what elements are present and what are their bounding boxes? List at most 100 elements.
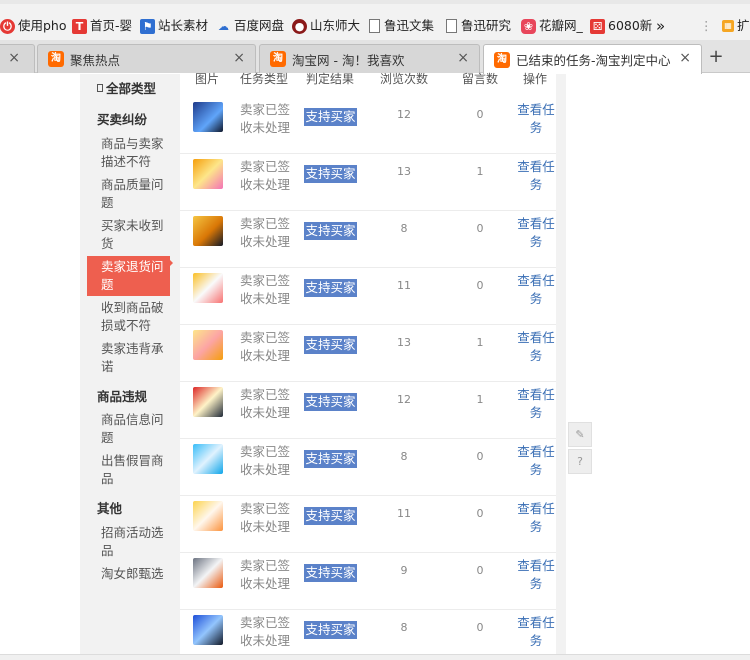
sidebar-item[interactable]: 出售假冒商品 (87, 452, 170, 488)
view-task-link[interactable]: 查看任务 (516, 329, 556, 365)
group-title-violations: 商品违规 (97, 389, 148, 404)
page-viewport: 全部类型 买卖纠纷 商品与卖家描述不符 商品质量问题 买家未收到货 卖家退货问题… (0, 72, 750, 660)
view-task-link[interactable]: 查看任务 (516, 101, 556, 137)
close-icon[interactable]: × (8, 50, 20, 66)
result-badge: 支持买家 (304, 222, 357, 240)
message-count: 1 (476, 165, 484, 178)
sidebar-item[interactable]: 买家未收到货 (87, 217, 170, 253)
view-task-link[interactable]: 查看任务 (516, 386, 556, 422)
tab-finished-tasks[interactable]: 淘 已结束的任务-淘宝判定中心 × (483, 44, 702, 74)
sidebar-item[interactable]: 淘女郎甄选 (87, 565, 170, 583)
t-logo-icon: T (72, 18, 87, 34)
bookmark-1[interactable]: T 首页-婴 (72, 16, 132, 36)
task-type: 卖家已签收未处理 (240, 330, 291, 363)
sidebar-item[interactable]: 招商活动选品 (87, 524, 170, 560)
header-task-type: 任务类型 (240, 72, 289, 86)
product-thumbnail[interactable] (193, 444, 223, 474)
product-thumbnail[interactable] (193, 159, 223, 189)
table-header: 图片 任务类型 判定结果 浏览次数 留言数 操作 (180, 72, 556, 88)
taobao-icon: 淘 (48, 51, 64, 67)
bookmark-3[interactable]: ☁ 百度网盘 (216, 16, 284, 36)
tab-juji-redian[interactable]: 淘 聚焦热点 × (37, 44, 256, 73)
table-row: 卖家已签收未处理 支持买家 8 0 查看任务 (180, 211, 556, 268)
view-task-link[interactable]: 查看任务 (516, 614, 556, 650)
edit-pencil-icon[interactable]: ✎ (568, 422, 592, 447)
result-badge: 支持买家 (304, 564, 357, 582)
view-task-link[interactable]: 查看任务 (516, 500, 556, 536)
product-thumbnail[interactable] (193, 387, 223, 417)
product-thumbnail[interactable] (193, 615, 223, 645)
table-row: 卖家已签收未处理 支持买家 13 1 查看任务 (180, 325, 556, 382)
bookmark-4[interactable]: ● 山东师大 (292, 16, 360, 36)
product-thumbnail[interactable] (193, 216, 223, 246)
category-sidebar: 全部类型 买卖纠纷 商品与卖家描述不符 商品质量问题 买家未收到货 卖家退货问题… (87, 74, 170, 600)
product-thumbnail[interactable] (193, 330, 223, 360)
view-count: 11 (397, 279, 411, 292)
new-tab-button[interactable]: + (705, 47, 727, 69)
header-action: 操作 (523, 72, 548, 86)
cloud-icon: ☁ (218, 19, 229, 33)
result-badge: 支持买家 (304, 450, 357, 468)
sidebar-item[interactable]: 收到商品破损或不符 (87, 299, 170, 335)
view-count: 12 (397, 108, 411, 121)
view-task-link[interactable]: 查看任务 (516, 215, 556, 251)
bookmarks-bar: ⏻ 使用pho T 首页-婴 ⚑ 站长素材 ☁ 百度网盘 ● 山东师大 鲁迅文集 鲁迅研究… (0, 0, 750, 40)
task-type: 卖家已签收未处理 (240, 216, 291, 249)
taobao-icon: 淘 (270, 51, 286, 67)
view-task-link[interactable]: 查看任务 (516, 158, 556, 194)
result-badge: 支持买家 (304, 279, 357, 297)
close-icon[interactable]: × (679, 50, 691, 66)
sidebar-item[interactable]: 商品与卖家描述不符 (87, 135, 170, 171)
product-thumbnail[interactable] (193, 102, 223, 132)
document-icon (369, 19, 380, 33)
view-task-link[interactable]: 查看任务 (516, 443, 556, 479)
view-count: 13 (397, 165, 411, 178)
help-question-icon[interactable]: ? (568, 449, 592, 474)
view-count: 12 (397, 393, 411, 406)
task-type: 卖家已签收未处理 (240, 615, 291, 648)
message-count: 0 (476, 279, 484, 292)
apps-grid-icon[interactable]: ▦ 扩 (722, 16, 750, 36)
view-count: 8 (400, 222, 408, 235)
message-count: 1 (476, 336, 484, 349)
view-count: 8 (400, 621, 408, 634)
all-categories-title[interactable]: 全部类型 (97, 78, 156, 97)
tab-previous-truncated[interactable]: × (0, 44, 35, 73)
sidebar-item[interactable]: 卖家违背承诺 (87, 340, 170, 376)
result-badge: 支持买家 (304, 507, 357, 525)
sidebar-item[interactable]: 商品质量问题 (87, 176, 170, 212)
table-row: 卖家已签收未处理 支持买家 8 0 查看任务 (180, 439, 556, 496)
bookmark-6[interactable]: 鲁迅研究 (446, 16, 511, 36)
menu-dots-icon[interactable]: ⋮ (700, 16, 713, 36)
more-bookmarks-button[interactable]: » (656, 16, 665, 36)
close-icon[interactable]: × (233, 50, 245, 66)
sidebar-item-active[interactable]: 卖家退货问题 (87, 256, 170, 296)
horizontal-scrollbar[interactable] (0, 654, 750, 660)
view-task-link[interactable]: 查看任务 (516, 557, 556, 593)
sidebar-item[interactable]: 商品信息问题 (87, 411, 170, 447)
result-badge: 支持买家 (304, 393, 357, 411)
product-thumbnail[interactable] (193, 501, 223, 531)
more-bookmarks-icon: » (656, 17, 666, 35)
close-icon[interactable]: × (457, 50, 469, 66)
bookmark-8[interactable]: ⚄ 6080新 (590, 16, 652, 36)
bookmark-7[interactable]: ❀ 花瓣网_ (521, 16, 583, 36)
message-count: 0 (476, 222, 484, 235)
table-row: 卖家已签收未处理 支持买家 8 0 查看任务 (180, 610, 556, 660)
table-row: 卖家已签收未处理 支持买家 12 1 查看任务 (180, 382, 556, 439)
view-task-link[interactable]: 查看任务 (516, 272, 556, 308)
active-item-pointer-icon (170, 260, 173, 266)
bookmark-5[interactable]: 鲁迅文集 (369, 16, 434, 36)
message-count: 0 (476, 108, 484, 121)
view-count: 13 (397, 336, 411, 349)
table-row: 卖家已签收未处理 支持买家 9 0 查看任务 (180, 553, 556, 610)
bookmark-2[interactable]: ⚑ 站长素材 (140, 16, 208, 36)
task-type: 卖家已签收未处理 (240, 444, 291, 477)
product-thumbnail[interactable] (193, 273, 223, 303)
task-type: 卖家已签收未处理 (240, 387, 291, 420)
tab-taobao-home[interactable]: 淘 淘宝网 - 淘！我喜欢 × (259, 44, 480, 73)
bookmark-0[interactable]: ⏻ 使用pho (0, 16, 67, 36)
message-count: 0 (476, 564, 484, 577)
product-thumbnail[interactable] (193, 558, 223, 588)
power-icon: ⏻ (0, 18, 15, 34)
